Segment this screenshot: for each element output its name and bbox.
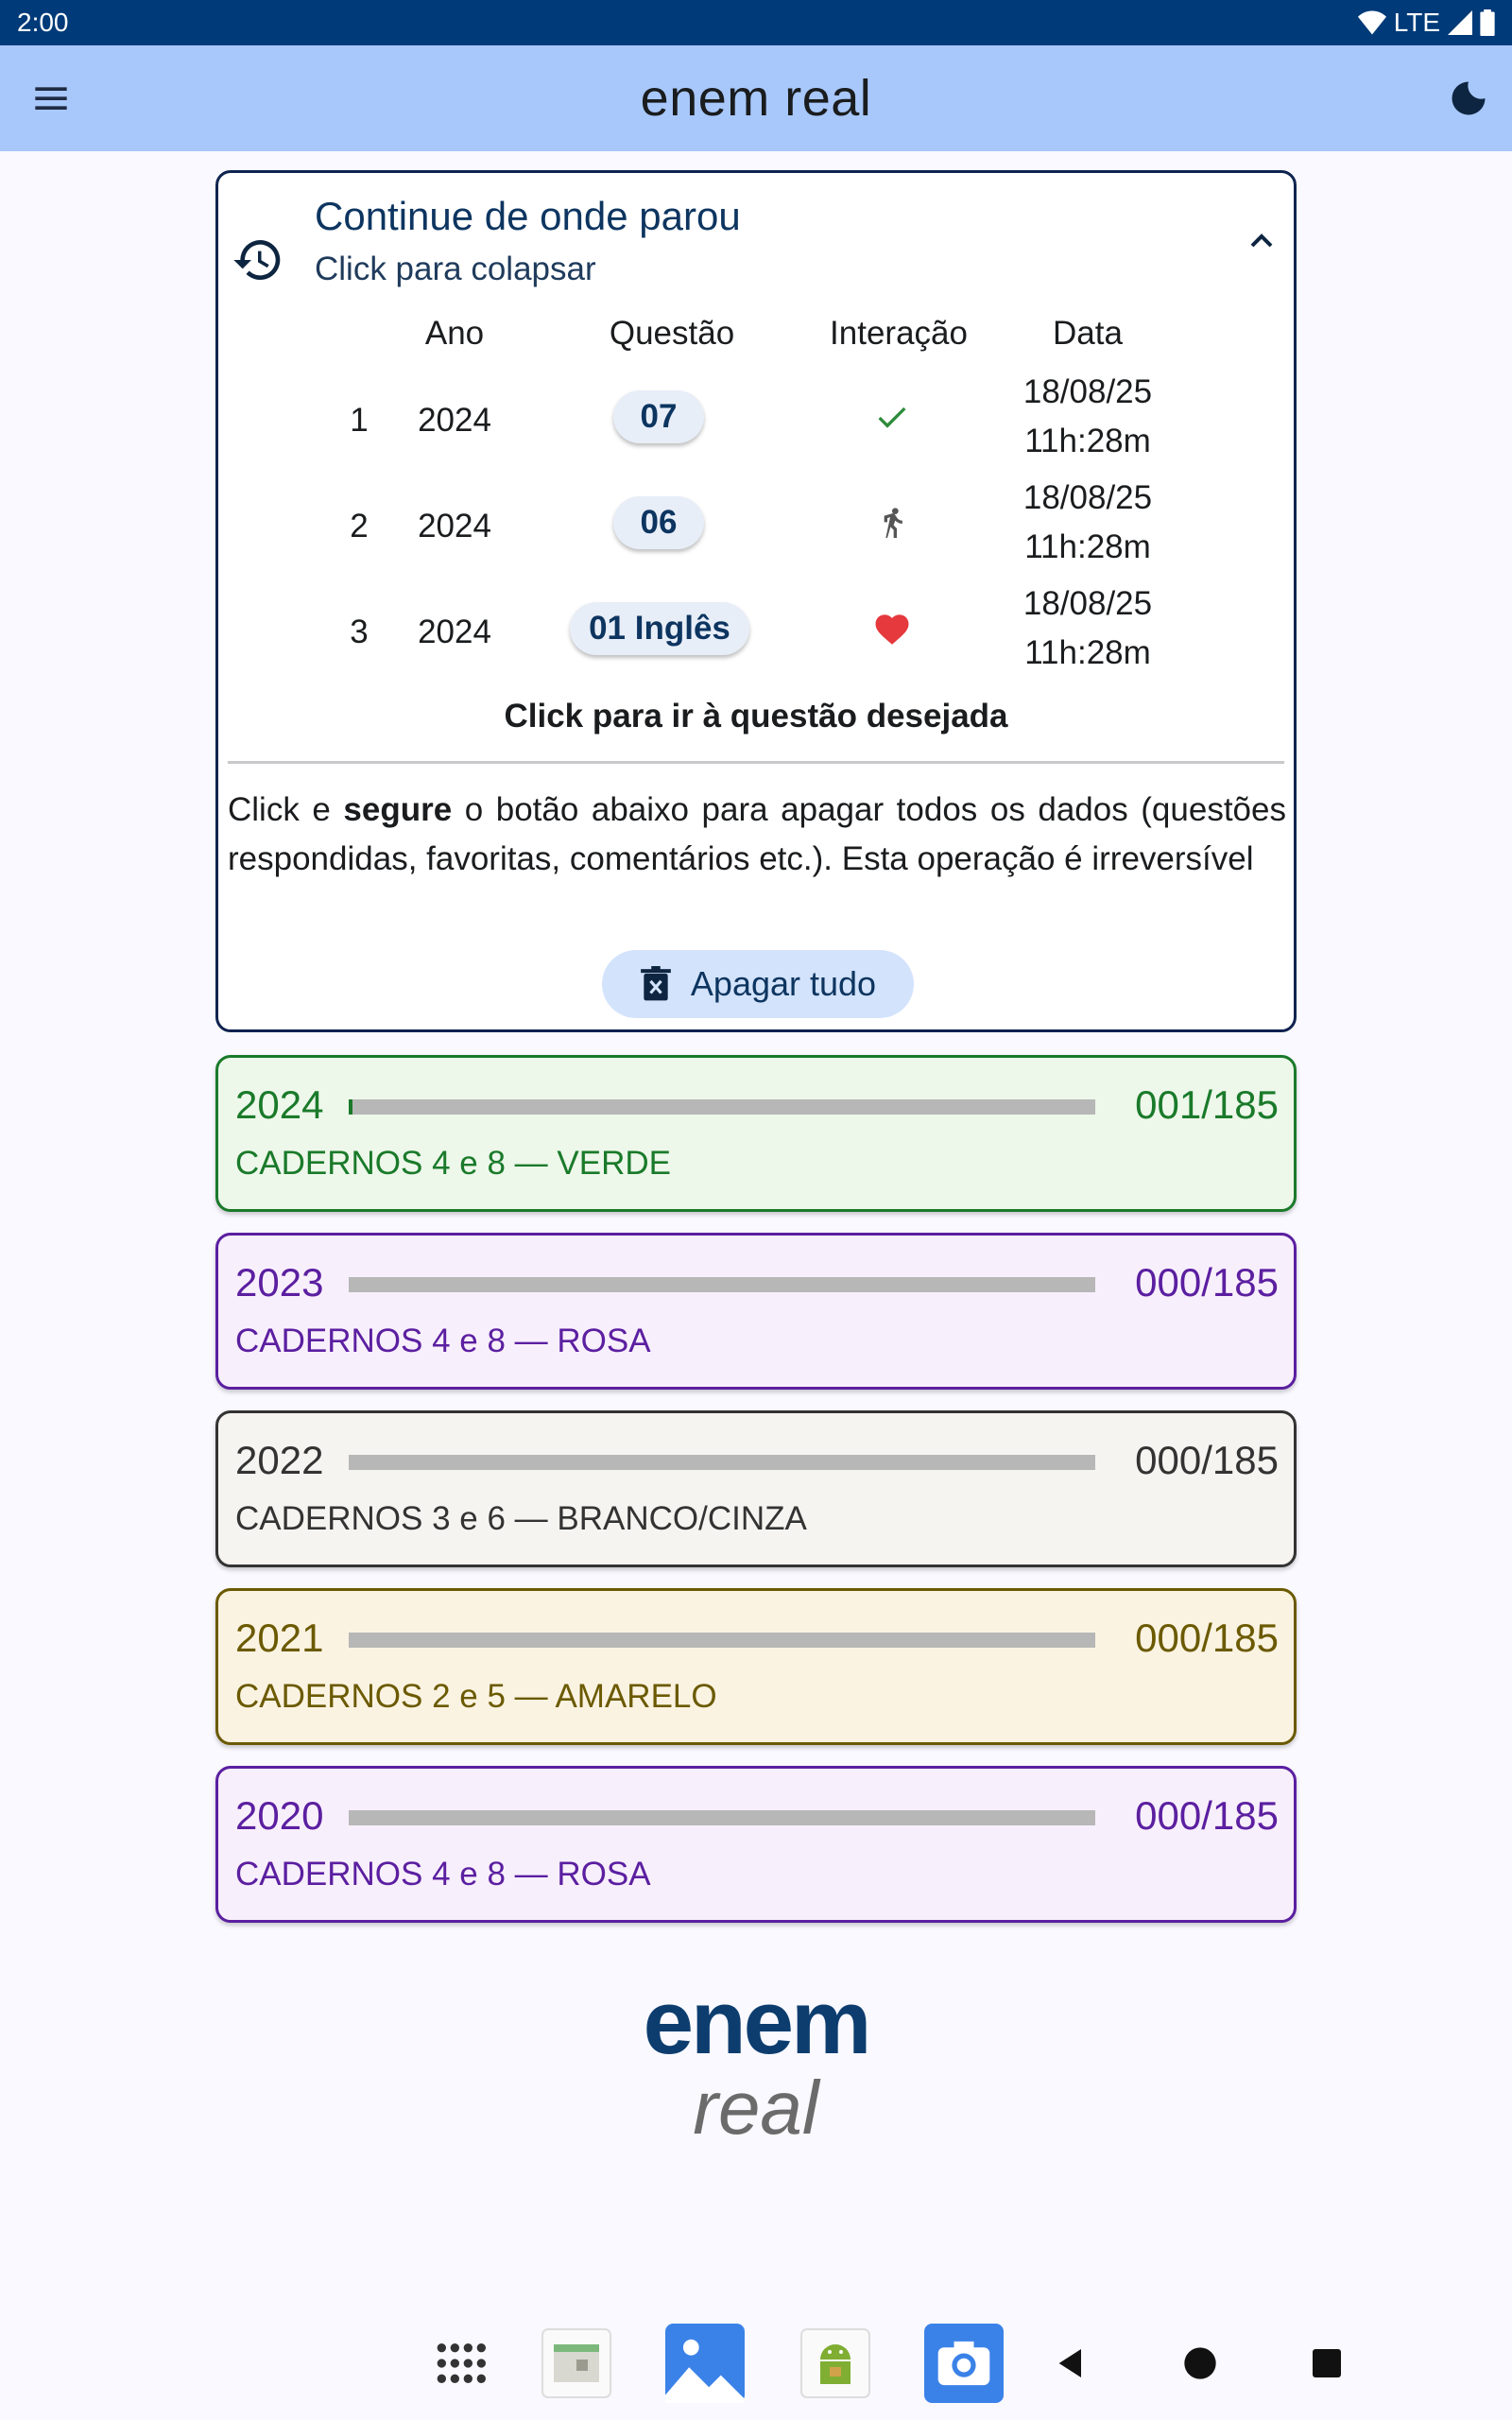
caderno-label: CADERNOS 2 e 5 — AMARELO (235, 1678, 717, 1715)
year-card-2020[interactable]: 2020 000/185 CADERNOS 4 e 8 — ROSA (215, 1766, 1297, 1923)
camera-app-icon[interactable] (924, 2324, 1004, 2403)
table-hint: Click para ir à questão desejada (504, 698, 1008, 735)
dark-mode-icon[interactable] (1444, 74, 1493, 123)
history-icon (232, 233, 284, 286)
year-label: 2022 (235, 1438, 324, 1482)
app-drawer-icon[interactable] (420, 2324, 499, 2403)
app-logo: enem real (567, 1976, 945, 2165)
delete-all-label: Apagar tudo (690, 964, 877, 1003)
table-row[interactable]: 3 2024 01 Inglês 18/08/25 11h:28m (218, 579, 1294, 685)
resume-title: Continue de onde parou (315, 194, 741, 238)
table-row[interactable]: 1 2024 07 18/08/25 11h:28m (218, 368, 1294, 474)
app-title: enem real (640, 70, 872, 127)
resume-card: Continue de onde parou Click para colaps… (215, 170, 1297, 1032)
row-index: 1 (350, 402, 369, 439)
row-year: 2024 (418, 402, 491, 439)
row-date-day: 18/08/25 (1022, 585, 1153, 622)
delete-warning: Click e segure o botão abaixo para apaga… (228, 791, 1286, 877)
row-date: 18/08/25 11h:28m (993, 579, 1182, 678)
logo-line-1: enem (643, 1972, 872, 2073)
row-date-day: 18/08/25 (1022, 373, 1153, 410)
year-label: 2020 (235, 1793, 324, 1838)
app-bar: enem real (0, 45, 1512, 151)
row-year: 2024 (418, 614, 491, 650)
caderno-label: CADERNOS 3 e 6 — BRANCO/CINZA (235, 1500, 807, 1537)
caderno-label: CADERNOS 4 e 8 — ROSA (235, 1856, 651, 1893)
year-label: 2023 (235, 1260, 324, 1305)
progress-bar (349, 1810, 1095, 1825)
row-date-day: 18/08/25 (1022, 479, 1153, 516)
battery-icon (1480, 9, 1495, 36)
status-bar: 2:00 LTE (0, 0, 1512, 45)
row-date-time: 11h:28m (1024, 634, 1151, 671)
signal-icon (1448, 10, 1472, 35)
row-index: 2 (350, 508, 369, 544)
wifi-icon (1357, 10, 1386, 35)
resume-subtitle: Click para colapsar (315, 251, 596, 287)
year-card-2024[interactable]: 2024 001/185 CADERNOS 4 e 8 — VERDE (215, 1055, 1297, 1212)
delete-all-button[interactable]: Apagar tudo (602, 950, 914, 1018)
divider (228, 761, 1284, 764)
row-date: 18/08/25 11h:28m (993, 368, 1182, 466)
resume-header[interactable]: Continue de onde parou Click para colaps… (232, 194, 1280, 288)
table-row[interactable]: 2 2024 06 18/08/25 11h:28m (218, 474, 1294, 579)
year-card-2021[interactable]: 2021 000/185 CADERNOS 2 e 5 — AMARELO (215, 1588, 1297, 1745)
android-app-icon[interactable] (796, 2324, 875, 2403)
warning-emphasis: segure (343, 791, 453, 828)
row-index: 3 (350, 614, 369, 650)
column-header-question: Questão (609, 315, 735, 352)
year-card-2022[interactable]: 2022 000/185 CADERNOS 3 e 6 — BRANCO/CIN… (215, 1410, 1297, 1567)
progress-fill (349, 1099, 353, 1115)
progress-count: 000/185 (1135, 1793, 1279, 1838)
recents-icon[interactable] (1287, 2324, 1366, 2403)
progress-count: 000/185 (1135, 1260, 1279, 1305)
question-chip[interactable]: 06 (613, 496, 704, 549)
column-header-year: Ano (424, 315, 485, 352)
row-date: 18/08/25 11h:28m (993, 474, 1182, 572)
caderno-label: CADERNOS 4 e 8 — VERDE (235, 1145, 671, 1182)
progress-bar (349, 1099, 1095, 1115)
column-header-date: Data (1053, 315, 1123, 352)
chevron-up-icon[interactable] (1243, 222, 1280, 260)
home-icon[interactable] (1160, 2324, 1240, 2403)
row-date-time: 11h:28m (1024, 528, 1151, 565)
heart-icon (868, 606, 916, 653)
network-label: LTE (1393, 8, 1440, 37)
column-header-interaction: Interação (830, 315, 968, 352)
menu-icon[interactable] (32, 79, 70, 117)
gallery-app-icon[interactable] (665, 2324, 745, 2403)
status-time: 2:00 (17, 8, 69, 37)
progress-bar (349, 1633, 1095, 1648)
year-label: 2021 (235, 1616, 324, 1660)
question-chip[interactable]: 01 Inglês (570, 602, 749, 655)
progress-bar (349, 1455, 1095, 1470)
logo-line-2: real (693, 2066, 819, 2150)
row-year: 2024 (418, 508, 491, 544)
check-icon (868, 394, 916, 441)
system-nav-bar (0, 2307, 1512, 2420)
caderno-label: CADERNOS 4 e 8 — ROSA (235, 1322, 651, 1359)
back-icon[interactable] (1032, 2324, 1111, 2403)
question-chip[interactable]: 07 (613, 390, 704, 443)
progress-count: 000/185 (1135, 1616, 1279, 1660)
year-card-2023[interactable]: 2023 000/185 CADERNOS 4 e 8 — ROSA (215, 1233, 1297, 1390)
calendar-app-icon[interactable] (537, 2324, 616, 2403)
delete-icon (641, 966, 671, 1001)
progress-count: 000/185 (1135, 1438, 1279, 1482)
row-date-time: 11h:28m (1024, 423, 1151, 459)
progress-count: 001/185 (1135, 1082, 1279, 1127)
year-label: 2024 (235, 1082, 324, 1127)
progress-bar (349, 1277, 1095, 1292)
run-icon (868, 500, 916, 547)
